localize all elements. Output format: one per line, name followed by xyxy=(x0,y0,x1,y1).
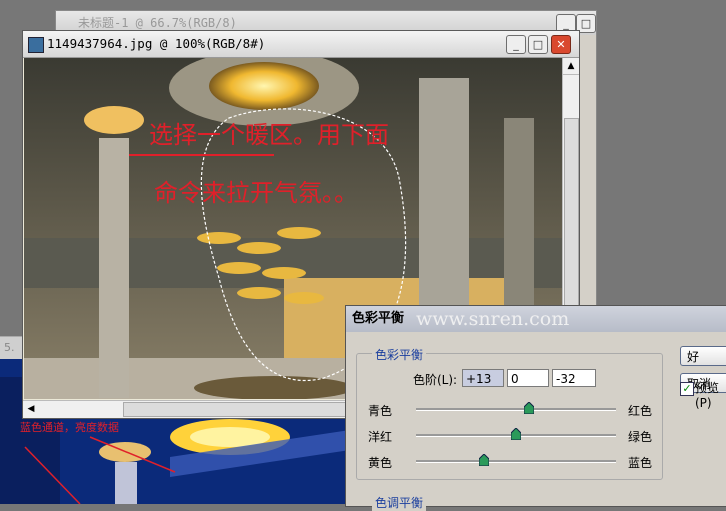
annotation-line-2: 命令来拉开气氛。。 xyxy=(154,179,358,207)
scroll-left-arrow-icon[interactable]: ◀ xyxy=(23,401,39,418)
scroll-up-arrow-icon[interactable]: ▲ xyxy=(563,58,579,75)
lower-annotation: 蓝色通道，亮度数据 xyxy=(20,421,119,434)
cyan-red-slider-thumb[interactable] xyxy=(524,402,534,414)
watermark: www.snren.com xyxy=(416,308,570,330)
levels-label: 色阶(L): xyxy=(413,373,458,387)
close-button[interactable]: ✕ xyxy=(551,35,571,54)
green-label: 绿色 xyxy=(628,430,653,444)
magenta-green-value[interactable]: 0 xyxy=(507,369,549,387)
document-icon xyxy=(28,37,44,53)
color-balance-group-title: 色彩平衡 xyxy=(372,346,427,363)
yellow-blue-slider-track[interactable] xyxy=(416,460,616,463)
yellow-blue-slider-thumb[interactable] xyxy=(479,454,489,466)
minimize-button[interactable]: _ xyxy=(506,35,526,54)
magenta-label: 洋红 xyxy=(368,430,393,444)
document-title: 1149437964.jpg @ 100%(RGB/8#) xyxy=(23,31,579,58)
ok-button[interactable]: 好 xyxy=(680,346,726,366)
cyan-label: 青色 xyxy=(368,404,393,418)
annotation-line-1: 选择一个暖区。用下面 xyxy=(149,121,389,149)
yellow-blue-value[interactable]: -32 xyxy=(552,369,596,387)
maximize-button[interactable]: □ xyxy=(528,35,548,54)
yellow-label: 黄色 xyxy=(368,456,393,470)
red-label: 红色 xyxy=(628,404,653,418)
preview-label: 预览(P) xyxy=(695,381,720,410)
cyan-red-value[interactable]: +13 xyxy=(462,369,504,387)
magenta-green-slider-thumb[interactable] xyxy=(511,428,521,440)
color-balance-dialog: 色彩平衡 www.snren.com 色彩平衡 色阶(L): +13 0 -32… xyxy=(345,305,726,511)
preview-checkbox[interactable]: ✓ xyxy=(680,382,694,396)
vertical-scroll-thumb[interactable] xyxy=(564,118,579,320)
cyan-red-slider-track[interactable] xyxy=(416,408,616,411)
blue-label: 蓝色 xyxy=(628,456,653,470)
